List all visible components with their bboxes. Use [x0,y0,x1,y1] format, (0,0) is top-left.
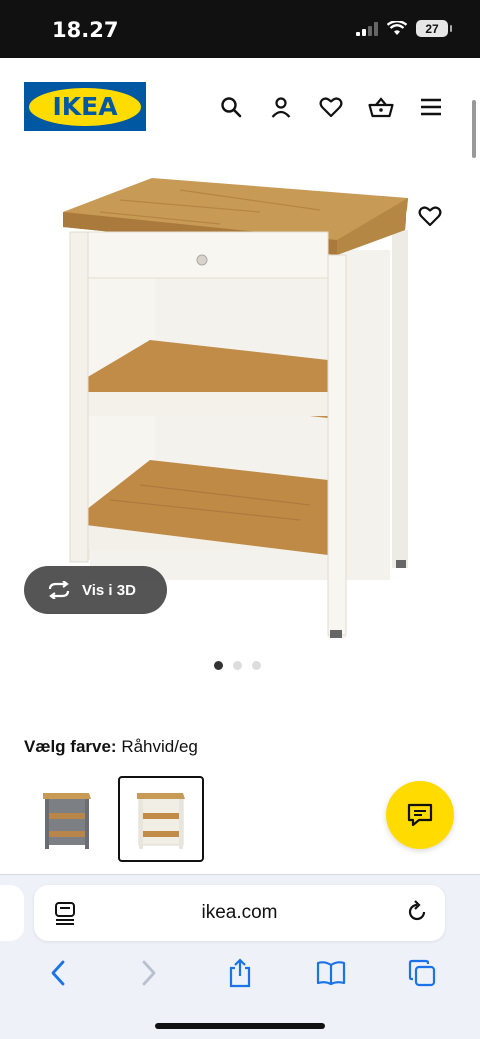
wifi-icon [387,21,407,35]
url-text: ikea.com [201,902,278,923]
image-carousel-dots [214,661,261,670]
chat-button[interactable] [386,781,454,849]
status-time: 18.27 [52,18,119,42]
heart-icon[interactable] [318,94,344,120]
menu-icon[interactable] [418,94,444,120]
site-header: IKEA [0,58,480,158]
previous-tab-edge[interactable] [0,885,24,941]
view-in-3d-button[interactable]: Vis i 3D [24,566,167,614]
browser-chrome: ikea.com [0,874,480,1039]
bookmarks-button[interactable] [311,955,351,991]
book-icon [317,961,346,986]
chat-icon [407,803,433,827]
selected-color-value: Råhvid/eg [121,737,198,756]
heart-icon [418,206,442,227]
color-swatch-grey[interactable] [24,776,110,862]
tabs-button[interactable] [402,955,442,991]
user-icon[interactable] [268,94,294,120]
battery-level: 27 [425,21,439,36]
color-selector-label: Vælg farve: Råhvid/eg [24,737,198,757]
header-actions [218,94,444,120]
carousel-dot[interactable] [214,661,223,670]
color-swatches [24,776,204,862]
forward-button[interactable] [129,955,169,991]
chevron-left-icon [51,960,64,986]
off-white-variant-thumbnail [137,793,185,849]
ikea-logo[interactable]: IKEA [24,82,146,131]
status-bar: 18.27 27 [0,0,480,58]
reload-icon[interactable] [405,900,429,924]
basket-icon[interactable] [368,94,394,120]
color-label-prefix: Vælg farve: [24,737,117,756]
share-icon [229,958,251,988]
grey-variant-thumbnail [43,793,91,849]
carousel-dot[interactable] [252,661,261,670]
view-in-3d-label: Vis i 3D [82,581,136,599]
page-scrollbar[interactable] [472,100,476,158]
signal-icon [356,21,378,36]
tabs-icon [409,959,436,987]
carousel-dot[interactable] [233,661,242,670]
back-button[interactable] [38,955,78,991]
chevron-right-icon [142,960,156,986]
add-to-favourites-button[interactable] [406,192,454,240]
logo-text: IKEA [52,92,118,121]
search-icon[interactable] [218,94,244,120]
status-icons: 27 [356,20,452,37]
color-swatch-off-white[interactable] [118,776,204,862]
home-indicator[interactable] [155,1023,325,1029]
battery-indicator: 27 [416,20,452,37]
share-button[interactable] [220,955,260,991]
rotate-3d-icon [48,581,70,599]
browser-toolbar [0,955,480,991]
address-bar[interactable]: ikea.com [34,885,445,941]
logo-oval: IKEA [29,87,141,126]
